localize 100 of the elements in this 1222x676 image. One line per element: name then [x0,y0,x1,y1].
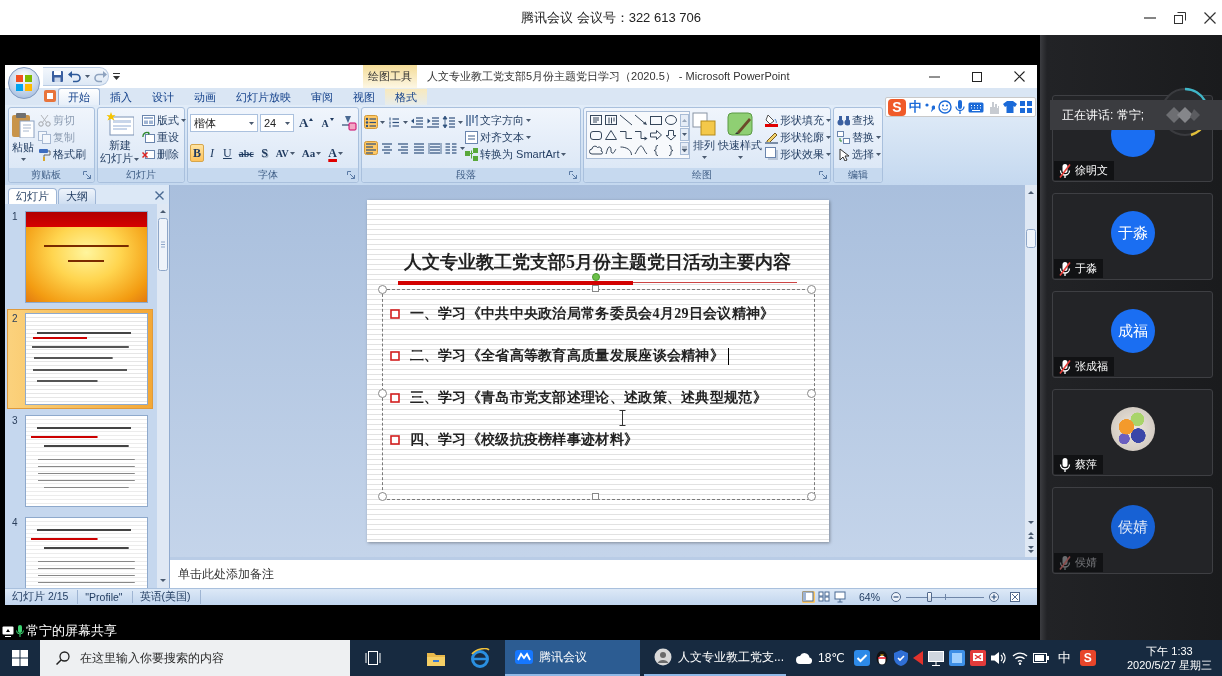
bold-button[interactable]: B [190,144,204,162]
reset-button[interactable]: 重设 [141,129,187,145]
freeform-shape-icon[interactable] [604,144,618,156]
text-box-shape-icon[interactable] [589,114,603,126]
font-color-button[interactable]: A [325,144,346,162]
bullets-icon[interactable] [364,115,378,129]
framed-square-icon[interactable] [44,90,56,102]
maximize-icon[interactable] [972,71,982,82]
smartart-button[interactable]: 转换为 SmartArt [464,146,568,162]
italic-button[interactable]: I [205,144,219,162]
distribute-icon[interactable] [428,141,442,155]
align-right-icon[interactable] [396,141,410,155]
ribbon-tab[interactable]: 审阅 [301,88,343,105]
vertical-text-box-shape-icon[interactable] [604,114,618,126]
select-button[interactable]: 选择 [836,146,882,162]
grow-font-button[interactable]: A [296,114,317,132]
thumbnail-item[interactable]: 3 [7,411,153,511]
panel-tab[interactable]: 幻灯片 [8,188,57,204]
taskbar-app[interactable]: 人文专业教工党支... [644,640,786,676]
new-slide-button[interactable]: 新建 幻灯片 [100,110,139,165]
microphone-icon[interactable] [955,100,965,114]
thumbnail-item[interactable]: 1 [7,207,153,307]
punctuation-icon[interactable] [925,102,935,112]
vertical-scrollbar[interactable] [1025,185,1037,557]
windows-start-icon[interactable] [12,650,28,666]
find-button[interactable]: 查找 [836,112,882,128]
volume-icon[interactable] [990,651,1007,665]
paste-button[interactable]: 粘贴 [11,110,35,161]
indent-icon[interactable] [426,115,440,129]
thumbnail-item[interactable]: 4 [7,513,153,588]
resize-handle[interactable] [806,285,816,294]
ribbon-tab[interactable]: 开始 [58,88,100,105]
ribbon-tab[interactable]: 插入 [100,88,142,105]
line-caret-icon[interactable] [113,73,120,80]
elbow-shape-icon[interactable] [619,129,633,141]
scroll-down-icon[interactable] [680,128,689,141]
shape-effects-button[interactable]: 形状效果 [764,146,832,162]
clock-time[interactable]: 下午 1:33 [1146,644,1193,658]
right-arrow-shape-icon[interactable] [649,129,663,141]
zoom-out-icon[interactable] [891,592,901,602]
line-shape-icon[interactable] [619,114,633,126]
clock-date[interactable]: 2020/5/27 星期三 [1127,658,1212,672]
rounded-rectangle-shape-icon[interactable] [589,129,603,141]
elbow-arrow-shape-icon[interactable] [634,129,648,141]
quick-styles-button[interactable]: 快速样式 [718,110,762,159]
resize-handle[interactable] [377,492,387,501]
text-shadow-button[interactable]: S [257,144,272,162]
oval-shape-icon[interactable] [664,114,678,126]
arrange-button[interactable]: 排列 [692,110,716,159]
ime-logo[interactable]: S [1079,650,1096,666]
browser-e-icon[interactable] [470,648,490,668]
slide-sorter-icon[interactable] [818,591,831,603]
penguin-icon[interactable] [874,650,889,666]
search-field[interactable]: 在这里输入你要搜索的内容 [40,640,350,676]
rotation-handle[interactable] [591,273,600,281]
curve-shape-icon[interactable] [634,144,648,156]
font-size-field[interactable]: 24 [260,114,294,132]
restore-icon[interactable] [1174,11,1186,24]
grid-icon[interactable] [1020,101,1032,113]
shirt-icon[interactable] [1003,101,1017,113]
cloud-shape-icon[interactable] [589,144,603,156]
strikethrough-button[interactable]: abc [235,144,257,162]
resize-handle[interactable] [806,492,816,501]
shield-icon[interactable] [893,650,908,666]
triangle-shape-icon[interactable] [604,129,618,141]
resize-handle[interactable] [377,389,387,398]
fit-window-icon[interactable] [1009,591,1021,603]
save-icon[interactable] [51,70,64,83]
undo-icon[interactable] [68,70,81,83]
scrollbar[interactable] [157,204,169,588]
text-direction-button[interactable]: 文字方向 [464,112,568,128]
format-painter-button[interactable]: 格式刷 [37,146,87,162]
resize-handle[interactable] [591,285,599,292]
cloud-icon[interactable] [796,652,813,664]
ribbon-tab[interactable]: 视图 [343,88,385,105]
numbering-icon[interactable] [387,115,401,129]
check-tile-icon[interactable] [853,650,870,666]
resize-handle[interactable] [377,285,387,294]
square-tile-icon[interactable] [948,650,965,666]
task-view-icon[interactable] [365,651,381,665]
normal-view-icon[interactable] [802,591,815,603]
ribbon-tab[interactable]: 设计 [142,88,184,105]
taskbar-app[interactable]: 腾讯会议 [505,640,640,676]
more-icon[interactable] [680,142,689,155]
shrink-font-button[interactable]: A [318,114,337,132]
minimize-icon[interactable] [929,75,940,78]
dialog-launcher-icon[interactable] [347,171,355,179]
shape-fill-button[interactable]: 形状填充 [764,112,832,128]
folder-icon[interactable] [427,650,445,666]
align-left-icon[interactable] [364,141,378,155]
smiley-icon[interactable] [938,100,952,114]
columns-icon[interactable] [444,141,458,155]
dialog-launcher-icon[interactable] [83,171,91,179]
zoom-in-icon[interactable] [989,592,999,602]
delete-button[interactable]: 删除 [141,146,187,162]
down-arrow-shape-icon[interactable] [664,129,678,141]
ribbon-tab[interactable]: 幻灯片放映 [226,88,301,105]
outdent-icon[interactable] [410,115,424,129]
close-icon[interactable] [1204,11,1216,24]
shape-outline-button[interactable]: 形状轮廓 [764,129,832,145]
